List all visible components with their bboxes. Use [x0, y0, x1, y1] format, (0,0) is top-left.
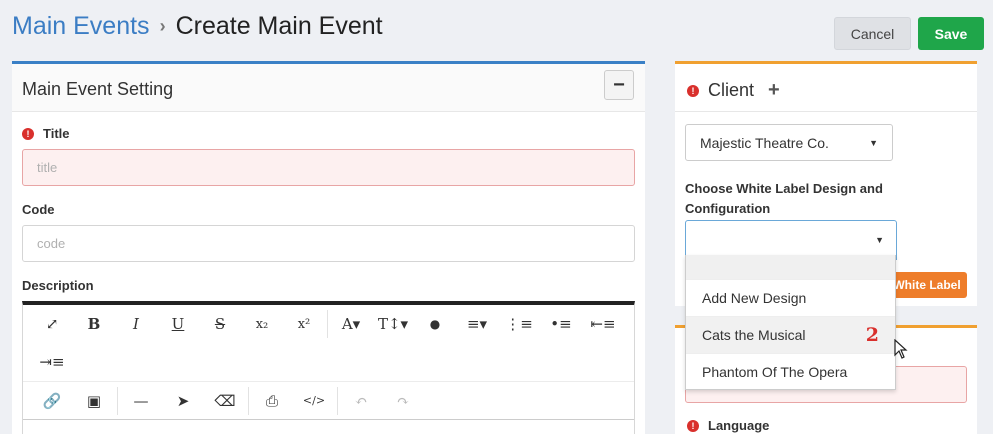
dropdown-option-label: Add New Design [702, 290, 807, 306]
collapse-button[interactable]: − [604, 70, 634, 100]
description-label: Description [22, 278, 94, 293]
breadcrumb-main-events-link[interactable]: Main Events [12, 12, 150, 41]
client-title-text: Client [708, 80, 755, 100]
caret-down-icon: ▼ [869, 137, 878, 148]
dropdown-option-label: Cats the Musical [702, 327, 806, 343]
image-icon[interactable]: ▣ [73, 386, 115, 416]
paragraph-align-icon[interactable]: ≡▾ [456, 309, 498, 339]
horizontal-rule-icon[interactable]: — [120, 386, 162, 416]
link-icon[interactable]: 🔗 [31, 386, 73, 416]
dropdown-option-phantom-of-the-opera[interactable]: Phantom Of The Opera [686, 353, 895, 390]
rich-text-editor: ⤢ B I U S x₂ x² A▾ T↕▾ ● ≡▾ ⋮≡ •≡ ⇤≡ ⇥≡ … [22, 301, 635, 434]
client-title: ! Client + [687, 79, 780, 102]
editor-toolbar-row-1: ⤢ B I U S x₂ x² A▾ T↕▾ ● ≡▾ ⋮≡ •≡ ⇤≡ [23, 305, 634, 343]
code-label-text: Code [22, 202, 55, 217]
required-icon: ! [687, 84, 699, 97]
mouse-cursor-icon [894, 339, 908, 359]
select-pointer-icon[interactable]: ➤ [162, 386, 204, 416]
redo-icon[interactable]: ↷ [382, 386, 424, 416]
client-select-value: Majestic Theatre Co. [700, 134, 829, 151]
superscript-icon[interactable]: x² [283, 309, 325, 339]
unordered-list-icon[interactable]: •≡ [540, 309, 582, 339]
eraser-icon[interactable]: ⌫ [204, 386, 246, 416]
title-label: ! Title [22, 126, 70, 141]
white-label-design-label: Choose White Label Design and Configurat… [685, 181, 883, 216]
italic-icon[interactable]: I [115, 309, 157, 339]
toolbar-divider [117, 386, 118, 415]
white-label-button[interactable]: White Label [887, 272, 967, 298]
strikethrough-icon[interactable]: S [199, 309, 241, 339]
toolbar-divider [337, 386, 338, 415]
required-icon: ! [22, 127, 34, 140]
step-number-badge: 2 [865, 324, 879, 346]
print-icon[interactable]: ⎙ [251, 386, 293, 416]
underline-icon[interactable]: U [157, 309, 199, 339]
caret-down-icon: ▼ [875, 235, 884, 245]
panel-header: Main Event Setting − [12, 64, 645, 112]
language-label-text: Language [708, 418, 770, 433]
breadcrumb: Main Events › Create Main Event [12, 12, 383, 41]
client-select[interactable]: Majestic Theatre Co. ▼ [685, 124, 893, 161]
dropdown-option-cats-the-musical[interactable]: Cats the Musical 2 [686, 316, 895, 353]
fullscreen-icon[interactable]: ⤢ [31, 309, 73, 339]
white-label-dropdown-menu: Add New Design Cats the Musical 2 Phanto… [685, 255, 896, 390]
subscript-icon[interactable]: x₂ [241, 309, 283, 339]
code-view-icon[interactable]: </> [293, 386, 335, 416]
cancel-button[interactable]: Cancel [834, 17, 911, 50]
main-event-setting-panel: Main Event Setting − ! Title Code Descri… [12, 61, 645, 434]
title-label-text: Title [43, 126, 70, 141]
font-size-icon[interactable]: T↕▾ [372, 309, 414, 339]
font-family-icon[interactable]: A▾ [330, 309, 372, 339]
required-icon: ! [687, 419, 699, 432]
client-panel-header: ! Client + [675, 64, 977, 112]
code-input[interactable] [22, 225, 635, 262]
chevron-right-icon: › [159, 16, 166, 36]
editor-toolbar-row-2: ⇥≡ [23, 343, 634, 381]
panel-title: Main Event Setting [22, 79, 174, 99]
outdent-icon[interactable]: ⇤≡ [582, 309, 624, 339]
white-label-design-select[interactable]: ▼ [685, 220, 897, 260]
dropdown-option-add-new-design[interactable]: Add New Design [686, 279, 895, 316]
bold-icon[interactable]: B [73, 309, 115, 339]
save-button[interactable]: Save [918, 17, 984, 50]
title-input[interactable] [22, 149, 635, 186]
language-label: ! Language [687, 418, 769, 433]
code-label: Code [22, 202, 55, 217]
add-client-icon[interactable]: + [768, 79, 780, 102]
page-title: Create Main Event [175, 12, 383, 40]
description-label-text: Description [22, 278, 94, 293]
editor-content-area[interactable] [23, 419, 634, 434]
color-drop-icon[interactable]: ● [414, 309, 456, 339]
toolbar-divider [327, 310, 328, 338]
editor-toolbar-row-3: 🔗 ▣ — ➤ ⌫ ⎙ </> ↶ ↷ [23, 381, 634, 419]
toolbar-divider [248, 386, 249, 415]
undo-icon[interactable]: ↶ [340, 386, 382, 416]
ordered-list-icon[interactable]: ⋮≡ [498, 309, 540, 339]
dropdown-empty-option[interactable] [686, 255, 895, 279]
dropdown-option-label: Phantom Of The Opera [702, 364, 848, 380]
indent-icon[interactable]: ⇥≡ [31, 347, 73, 377]
